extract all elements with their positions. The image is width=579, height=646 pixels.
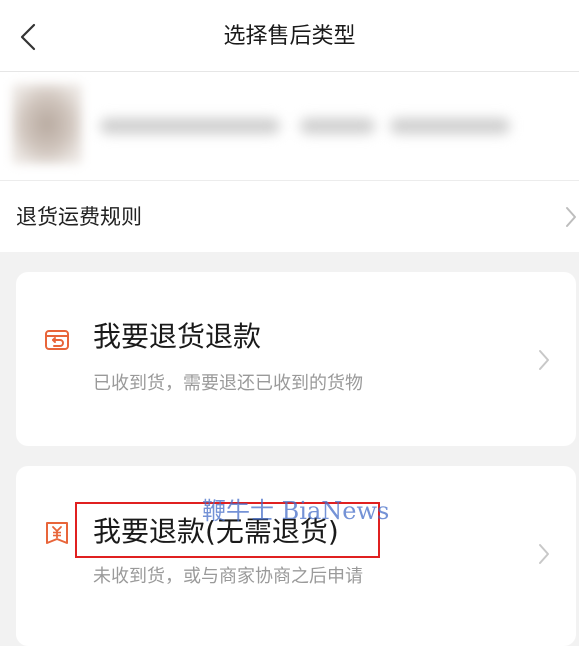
option-subtitle: 未收到货，或与商家协商之后申请 — [93, 566, 363, 587]
chevron-right-icon — [539, 544, 549, 564]
return-shipping-rules-row[interactable]: 退货运费规则 — [0, 180, 579, 252]
product-summary — [0, 72, 579, 180]
header-bar: 选择售后类型 — [0, 0, 579, 72]
chevron-right-icon — [566, 207, 576, 227]
option-title: 我要退货退款 — [93, 320, 262, 353]
product-spec-blurred — [390, 118, 510, 134]
chevron-right-icon — [539, 350, 549, 370]
option-return-and-refund[interactable]: 我要退货退款 已收到货，需要退还已收到的货物 — [16, 272, 576, 446]
product-spec-blurred — [300, 118, 375, 134]
product-thumbnail — [12, 84, 82, 164]
option-subtitle: 已收到货，需要退还已收到的货物 — [93, 373, 363, 394]
option-title: 我要退款(无需退货) — [93, 515, 339, 548]
option-refund-only[interactable]: 我要退款(无需退货) 未收到货，或与商家协商之后申请 — [16, 466, 576, 646]
page-title: 选择售后类型 — [223, 24, 356, 49]
yuan-tag-icon — [46, 522, 68, 544]
product-name-blurred — [100, 118, 280, 134]
return-shipping-rules-label: 退货运费规则 — [16, 205, 142, 229]
return-box-icon — [45, 330, 69, 350]
